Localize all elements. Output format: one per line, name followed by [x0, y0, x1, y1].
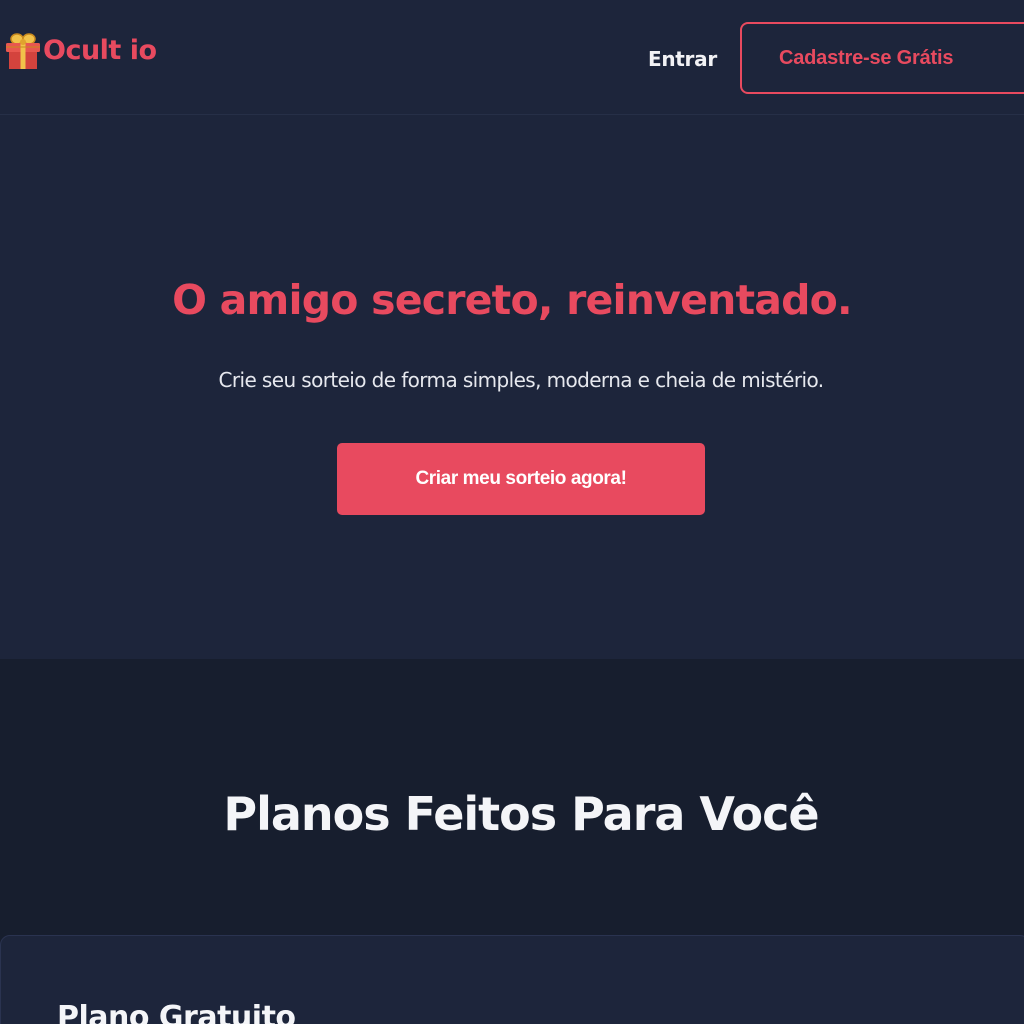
plan-card-title: Plano Gratuito [57, 1000, 296, 1024]
plans-section: Planos Feitos Para Você Plano Gratuito [0, 659, 1024, 1024]
site-header: Ocult io Entrar Cadastre-se Grátis [0, 0, 1024, 115]
plan-card-free: Plano Gratuito [0, 935, 1024, 1024]
landing-page: Ocult io Entrar Cadastre-se Grátis O ami… [0, 0, 1024, 1024]
hero-subtitle: Crie seu sorteio de forma simples, moder… [218, 368, 825, 392]
signup-button[interactable]: Cadastre-se Grátis [740, 22, 1024, 94]
hero-section: O amigo secreto, reinventado. Crie seu s… [0, 116, 1024, 659]
create-draw-button[interactable]: Criar meu sorteio agora! [337, 443, 705, 515]
gift-icon [6, 33, 40, 69]
hero-title: O amigo secreto, reinventado. [172, 276, 852, 324]
login-link[interactable]: Entrar [648, 44, 717, 74]
brand-name: Ocult io [43, 35, 157, 66]
brand-logo[interactable]: Ocult io [4, 30, 157, 72]
plans-title: Planos Feitos Para Você [223, 787, 819, 841]
